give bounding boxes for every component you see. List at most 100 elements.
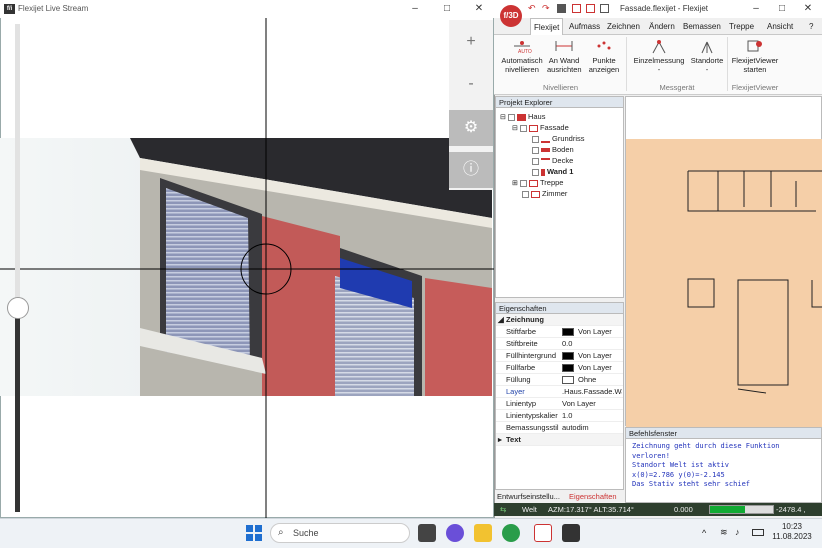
tab-zeichnen[interactable]: Zeichnen xyxy=(604,18,643,35)
panel-tabs: Entwurfseinstellu... Eigenschaften xyxy=(495,491,624,503)
flexijet-stream-taskbar-icon[interactable] xyxy=(562,524,580,542)
prop-row[interactable]: Layer .Haus.Fassade.Wa xyxy=(496,386,623,398)
viewer-start-button[interactable]: FlexijetViewer starten xyxy=(730,38,780,74)
single-measure-button[interactable]: Einzelmessung - xyxy=(628,38,690,74)
tree-item-wand-1[interactable]: Wand 1 xyxy=(500,166,623,177)
tree-item-zimmer[interactable]: Zimmer xyxy=(500,188,623,199)
window-title: Flexijet Live Stream xyxy=(18,4,89,13)
prop-row[interactable]: Füllfarbe Von Layer xyxy=(496,362,623,374)
save-icon[interactable] xyxy=(557,4,566,13)
standorte-dropdown-icon[interactable]: - xyxy=(690,65,724,74)
info-icon[interactable]: ⓘ xyxy=(449,152,493,188)
show-points-button[interactable]: Punkte anzeigen xyxy=(587,38,621,74)
checkbox[interactable] xyxy=(532,168,539,176)
tree-item-haus[interactable]: ⊟ Haus xyxy=(500,111,623,122)
fx-maximize-button[interactable]: □ xyxy=(774,2,790,16)
prop-row[interactable]: Bemassungsstil autodim xyxy=(496,422,623,434)
tree-item-treppe[interactable]: ⊞ Treppe xyxy=(500,177,623,188)
close-button[interactable]: ✕ xyxy=(471,2,487,16)
viewer-start-label: FlexijetViewer starten xyxy=(731,56,779,74)
fx-close-button[interactable]: ✕ xyxy=(800,2,816,16)
fx-minimize-button[interactable]: – xyxy=(748,2,764,16)
minimize-button[interactable]: – xyxy=(407,2,423,16)
windows-start-icon[interactable] xyxy=(246,525,262,541)
wifi-icon[interactable]: ≋ xyxy=(720,527,728,538)
zoom-out-button[interactable]: - xyxy=(449,66,493,102)
color-swatch xyxy=(562,364,574,373)
prop-row[interactable]: Stiftfarbe Von Layer xyxy=(496,326,623,338)
tree-item-grundriss[interactable]: Grundriss xyxy=(500,133,623,144)
checkbox[interactable] xyxy=(519,179,527,187)
undo-icon[interactable]: ↶ xyxy=(528,3,536,14)
redo-icon[interactable]: ↷ xyxy=(542,3,550,14)
tool-icon[interactable] xyxy=(572,4,581,13)
checkbox[interactable] xyxy=(507,113,515,121)
tab-treppe[interactable]: Treppe xyxy=(726,18,757,35)
prop-row[interactable]: Füllung Ohne xyxy=(496,374,623,386)
checkbox[interactable] xyxy=(532,135,539,143)
maximize-button[interactable]: □ xyxy=(439,2,455,16)
auto-level-button[interactable]: AUTO Automatisch nivellieren xyxy=(498,38,546,74)
drawing-canvas[interactable] xyxy=(625,96,822,427)
tree-item-fassade[interactable]: ⊟ Fassade xyxy=(500,122,623,133)
checkbox[interactable] xyxy=(532,146,539,154)
floor-icon xyxy=(541,148,550,153)
ribbon-separator xyxy=(727,37,728,91)
tree-item-decke[interactable]: Decke xyxy=(500,155,623,166)
prop-row[interactable]: Linientypskalier 1.0 xyxy=(496,410,623,422)
tab-eigenschaften[interactable]: Eigenschaften xyxy=(569,491,617,503)
checkbox[interactable] xyxy=(522,190,529,198)
flexijet-3d-taskbar-icon[interactable] xyxy=(534,524,552,542)
gamepad-icon[interactable] xyxy=(600,4,609,13)
prop-row[interactable]: Linientyp Von Layer xyxy=(496,398,623,410)
device-icon[interactable] xyxy=(586,4,595,13)
status-world[interactable]: Welt xyxy=(522,503,537,516)
align-wall-button[interactable]: An Wand ausrichten xyxy=(547,38,582,74)
battery-icon[interactable] xyxy=(752,529,764,536)
tab-ansicht[interactable]: Ansicht xyxy=(764,18,796,35)
command-line: verloren! xyxy=(632,451,670,460)
standorte-button[interactable]: Standorte - xyxy=(690,38,724,74)
file-explorer-icon[interactable] xyxy=(474,524,492,542)
tab-entwurfseinstellungen[interactable]: Entwurfseinstellu... xyxy=(497,491,560,503)
exposure-slider-handle[interactable] xyxy=(7,297,29,319)
chat-icon[interactable] xyxy=(446,524,464,542)
section-zeichnung[interactable]: ◢ Zeichnung xyxy=(496,314,623,326)
zoom-in-button[interactable]: + xyxy=(449,24,493,60)
tab-aufmass[interactable]: Aufmass xyxy=(566,18,603,35)
section-text[interactable]: ▸ Text xyxy=(496,434,623,446)
chrome-icon[interactable] xyxy=(502,524,520,542)
show-points-label: Punkte anzeigen xyxy=(588,56,620,74)
crosshair-overlay xyxy=(0,18,494,518)
time: 10:23 xyxy=(781,522,803,531)
tab-bemassen[interactable]: Bemassen xyxy=(680,18,724,35)
prop-row[interactable]: Füllhintergrund Von Layer xyxy=(496,350,623,362)
checkbox[interactable] xyxy=(519,124,527,132)
command-line: Standort Welt ist aktiv xyxy=(632,461,729,469)
tray-chevron-icon[interactable]: ^ xyxy=(702,528,706,538)
flexijet-logo[interactable]: f/3D xyxy=(500,5,522,27)
checkbox[interactable] xyxy=(532,157,539,165)
group-nivellieren: Nivellieren xyxy=(542,83,578,92)
settings-gear-icon[interactable]: ⚙ xyxy=(449,110,493,146)
auto-badge: AUTO xyxy=(518,49,532,55)
tab-help[interactable]: ? xyxy=(806,18,816,35)
prop-row[interactable]: Stiftbreite 0.0 xyxy=(496,338,623,350)
color-swatch xyxy=(562,328,574,337)
battery-bar xyxy=(709,505,774,514)
project-explorer: Projekt Explorer ⊟ Haus ⊟ Fassade Grundr… xyxy=(495,96,624,298)
facade-icon xyxy=(528,124,538,132)
connection-icon: ⇆ xyxy=(500,505,507,514)
live-stream-titlebar: f/i Flexijet Live Stream – □ ✕ xyxy=(0,0,494,18)
task-view-icon[interactable] xyxy=(418,524,436,542)
taskbar-search[interactable]: ⌕ Suche xyxy=(270,523,410,543)
properties-panel: Eigenschaften ◢ Zeichnung Stiftfarbe Von L… xyxy=(495,302,624,490)
clock[interactable]: 10:23 11.08.2023 xyxy=(772,522,812,542)
tree-item-boden[interactable]: Boden xyxy=(500,144,623,155)
volume-icon[interactable]: ♪ xyxy=(735,527,740,537)
tab-flexijet[interactable]: Flexijet xyxy=(530,18,564,35)
tab-aendern[interactable]: Ändern xyxy=(646,18,678,35)
date: 11.08.2023 xyxy=(772,532,812,541)
command-line: Das Stativ steht sehr schief xyxy=(632,480,751,488)
single-measure-dropdown-icon[interactable]: - xyxy=(628,65,690,74)
